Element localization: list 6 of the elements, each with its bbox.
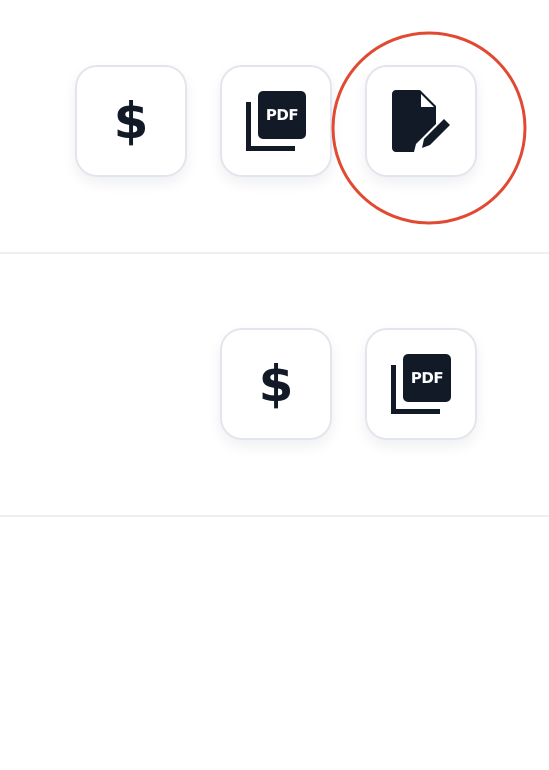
payment-button[interactable]: $ [75,65,187,177]
pdf-button[interactable]: PDF [365,328,477,440]
pdf-button[interactable]: PDF [220,65,332,177]
edit-button[interactable] [365,65,477,177]
payment-button[interactable]: $ [220,328,332,440]
file-edit-icon [392,90,450,152]
